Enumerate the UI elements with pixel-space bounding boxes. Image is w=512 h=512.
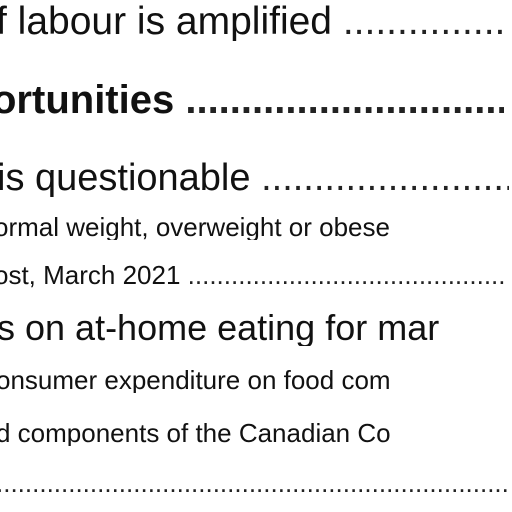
toc-entry[interactable]: is questionable ........................…: [0, 159, 509, 197]
toc-entry[interactable]: s on at-home eating for mar: [0, 310, 509, 346]
toc-entry-title: onsumer expenditure on food com: [0, 367, 391, 393]
toc-entry-title: f labour is amplified: [0, 2, 343, 41]
toc-entry-title: ormal weight, overweight or obese: [0, 214, 390, 240]
toc-entry-title: is questionable: [0, 159, 262, 197]
toc-leader-dots: ........................................…: [187, 262, 506, 288]
toc-entry-title: d components of the Canadian Co: [0, 420, 391, 446]
toc-leader-dots: ................................: [185, 80, 504, 120]
toc-entry[interactable]: d components of the Canadian Co: [0, 420, 508, 446]
toc-entry-title: s on at-home eating for mar: [0, 310, 440, 346]
toc-entry[interactable]: ........................................…: [0, 470, 508, 496]
toc-leader-dots: ................................: [342, 2, 508, 41]
toc-entry[interactable]: ost, March 2021 ........................…: [0, 262, 506, 288]
toc-entry[interactable]: ormal weight, overweight or obese: [0, 214, 506, 240]
toc-leader-dots: ........................................…: [0, 470, 508, 496]
toc-leader-dots: ................................: [261, 159, 509, 197]
toc-entry[interactable]: ortunities .............................…: [0, 80, 504, 120]
toc-entry[interactable]: onsumer expenditure on food com: [0, 367, 508, 393]
toc-entry-title: ortunities: [0, 80, 186, 120]
toc-entry-title: ost, March 2021: [0, 262, 188, 288]
toc-entry[interactable]: f labour is amplified ..................…: [0, 2, 508, 41]
